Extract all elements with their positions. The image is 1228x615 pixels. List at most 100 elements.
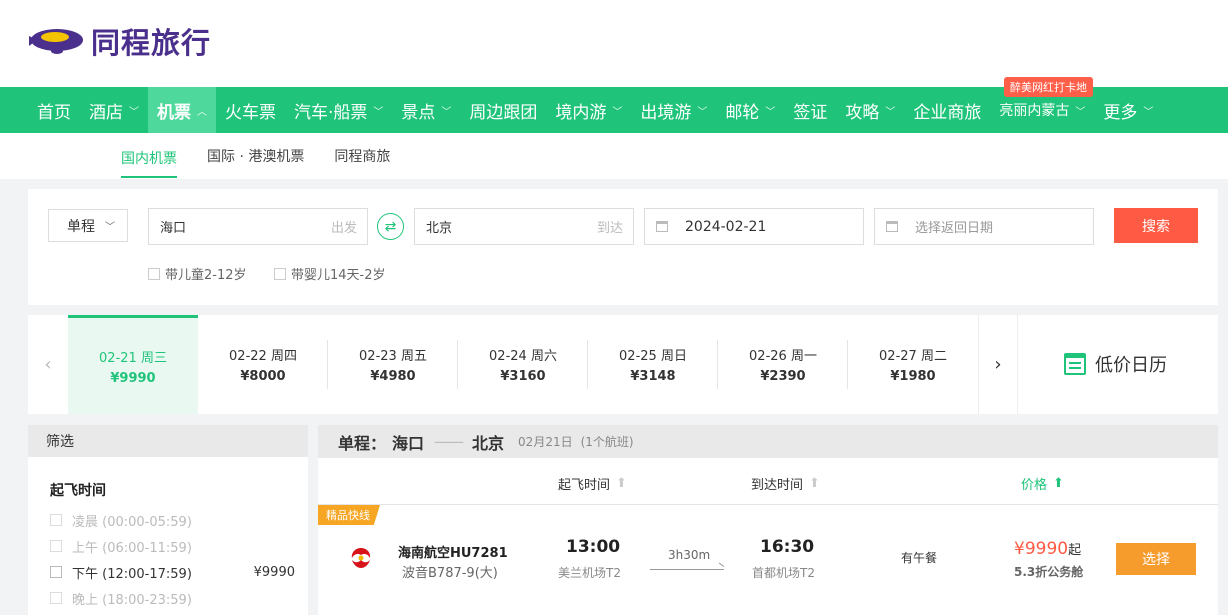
nav-item-label: 境内游 — [555, 102, 607, 123]
date-option-4[interactable]: 02-25 周日 ¥3148 — [588, 315, 718, 414]
nav-item-label: 邮轮 — [725, 102, 760, 123]
date-option-6[interactable]: 02-27 周二 ¥1980 — [848, 315, 978, 414]
filter-option-afternoon[interactable]: 下午 (12:00-17:59) ¥9990 — [50, 562, 295, 582]
swap-cities-icon[interactable]: ⇄ — [377, 213, 404, 240]
chevron-down-icon: ﹀ — [441, 106, 452, 118]
sort-depart-label: 起飞时间 — [558, 478, 611, 493]
filter-option-label: 下午 (12:00-17:59) — [72, 566, 192, 582]
blimp-logo-icon — [29, 29, 83, 54]
infant-checkbox[interactable]: 带婴儿14天-2岁 — [274, 264, 386, 283]
date-option-5[interactable]: 02-26 周一 ¥2390 — [718, 315, 848, 414]
filter-section-title: 起飞时间 — [50, 483, 106, 499]
sort-arrow-icon: ⬆ — [616, 476, 627, 491]
chevron-down-icon: ﹀ — [1143, 106, 1154, 118]
nav-item-5[interactable]: 景点 ﹀ — [392, 87, 460, 133]
arrive-time: 16:30 — [760, 537, 815, 557]
date-option-0[interactable]: 02-21 周三 ¥9990 — [68, 315, 198, 414]
nav-item-label: 周边跟团 — [469, 102, 538, 123]
sort-arrive-label: 到达时间 — [751, 478, 804, 493]
nav-item-label: 汽车·船票 — [294, 102, 368, 123]
depart-date-value: 2024-02-21 — [685, 218, 767, 235]
low-price-calendar-label: 低价日历 — [1095, 355, 1167, 376]
nav-item-1[interactable]: 酒店 ﹀ — [80, 87, 148, 133]
tab-domestic-flights[interactable]: 国内机票 — [121, 140, 177, 178]
result-columns: 起飞时间 ⬆ 到达时间 ⬆ 价格 ⬆ — [318, 458, 1218, 505]
to-city-value: 北京 — [426, 221, 453, 236]
search-panel: 单程 ﹀ 海口 出发 ⇄ 北京 到达 2024-02-21 选择返回日期 搜索 … — [28, 189, 1218, 305]
featured-tag: 精品快线 — [318, 505, 380, 525]
nav-item-8[interactable]: 出境游 ﹀ — [631, 87, 716, 133]
route-to: 北京 — [472, 433, 505, 453]
nav-item-2[interactable]: 机票 ︿ — [148, 87, 216, 133]
nav-item-0[interactable]: 首页 — [28, 87, 80, 133]
filter-option-label: 上午 (06:00-11:59) — [72, 540, 192, 556]
nav-item-label: 更多 — [1103, 102, 1138, 123]
flight-row[interactable]: 精品快线 海南航空HU7281 波音B787-9(大) 13:00 美兰机场T2… — [318, 505, 1218, 615]
nav-item-4[interactable]: 汽车·船票 ﹀ — [285, 87, 392, 133]
trip-type-select[interactable]: 单程 ﹀ — [48, 209, 128, 242]
depart-time: 13:00 — [566, 537, 621, 557]
flight-duration: 3h30m — [668, 548, 711, 562]
child-checkbox[interactable]: 带儿童2-12岁 — [148, 264, 247, 283]
date-price: ¥9990 — [110, 370, 156, 386]
nav-item-7[interactable]: 境内游 ﹀ — [546, 87, 631, 133]
depart-date-input[interactable]: 2024-02-21 — [644, 208, 864, 245]
brand-logo[interactable]: 同程旅行 — [27, 20, 211, 62]
sort-price-label: 价格 — [1021, 478, 1048, 493]
nav-item-10[interactable]: 签证 — [784, 87, 836, 133]
date-option-3[interactable]: 02-24 周六 ¥3160 — [458, 315, 588, 414]
date-price: ¥1980 — [890, 369, 936, 384]
sort-arrow-icon: ⬆ — [809, 476, 820, 491]
nav-item-label: 亮丽内蒙古 — [999, 103, 1070, 119]
filter-option-early[interactable]: 凌晨 (00:00-05:59) — [50, 510, 295, 530]
sort-arrive-time[interactable]: 到达时间 ⬆ — [751, 474, 820, 493]
date-label: 02-24 周六 — [489, 349, 557, 364]
chevron-up-icon: ︿ — [197, 106, 207, 118]
checkbox-box — [50, 514, 62, 526]
flight-price: ¥9990起 — [1014, 539, 1081, 559]
date-option-2[interactable]: 02-23 周五 ¥4980 — [328, 315, 458, 414]
return-date-placeholder: 选择返回日期 — [915, 221, 994, 236]
low-price-calendar-button[interactable]: 低价日历 — [1064, 351, 1167, 377]
route-prefix: 单程： — [338, 433, 387, 453]
route-dash: —— — [434, 432, 464, 451]
chevron-down-icon: ﹀ — [612, 106, 623, 118]
date-strip: ‹ › 低价日历 02-21 周三 ¥9990 02-22 周四 ¥8000 02-23… — [28, 315, 1218, 414]
duration-arrow — [650, 569, 724, 570]
search-button[interactable]: 搜索 — [1114, 208, 1198, 243]
nav-item-11[interactable]: 攻略 ﹀ — [836, 87, 904, 133]
from-city-input[interactable]: 海口 出发 — [148, 208, 368, 245]
nav-item-label: 企业商旅 — [913, 102, 982, 123]
chevron-down-icon: ﹀ — [373, 106, 384, 118]
depart-airport: 美兰机场T2 — [558, 566, 621, 580]
chevron-right-icon[interactable]: › — [978, 315, 1018, 414]
select-flight-button[interactable]: 选择 — [1116, 543, 1196, 575]
date-label: 02-21 周三 — [99, 350, 167, 366]
nav-item-6[interactable]: 周边跟团 — [460, 87, 546, 133]
checkbox-box — [50, 540, 62, 552]
flight-subnav: 国内机票 国际 · 港澳机票 同程商旅 — [0, 133, 1228, 179]
to-city-input[interactable]: 北京 到达 — [414, 208, 634, 245]
date-price: ¥2390 — [760, 369, 806, 384]
nav-item-12[interactable]: 企业商旅 — [904, 87, 990, 133]
trip-type-value: 单程 — [67, 218, 95, 235]
return-date-input[interactable]: 选择返回日期 — [874, 208, 1094, 245]
sort-depart-time[interactable]: 起飞时间 ⬆ — [558, 474, 627, 493]
airline-flight-number: 海南航空HU7281 — [398, 546, 508, 561]
meal-info: 有午餐 — [901, 551, 938, 565]
filter-option-morning[interactable]: 上午 (06:00-11:59) — [50, 536, 295, 556]
chevron-left-icon[interactable]: ‹ — [28, 315, 68, 414]
filter-option-label: 凌晨 (00:00-05:59) — [72, 514, 192, 530]
tab-business-travel[interactable]: 同程商旅 — [334, 133, 390, 179]
checkbox-box — [50, 566, 62, 578]
chevron-down-icon: ﹀ — [885, 106, 896, 118]
nav-item-14[interactable]: 更多 ﹀ — [1094, 87, 1162, 133]
filter-option-price: ¥9990 — [253, 564, 295, 580]
filter-option-evening[interactable]: 晚上 (18:00-23:59) — [50, 588, 295, 608]
nav-item-3[interactable]: 火车票 — [216, 87, 285, 133]
date-option-1[interactable]: 02-22 周四 ¥8000 — [198, 315, 328, 414]
chevron-down-icon: ﹀ — [697, 106, 708, 118]
tab-international-flights[interactable]: 国际 · 港澳机票 — [207, 133, 304, 179]
sort-price[interactable]: 价格 ⬆ — [1021, 474, 1064, 493]
nav-item-9[interactable]: 邮轮 ﹀ — [716, 87, 784, 133]
